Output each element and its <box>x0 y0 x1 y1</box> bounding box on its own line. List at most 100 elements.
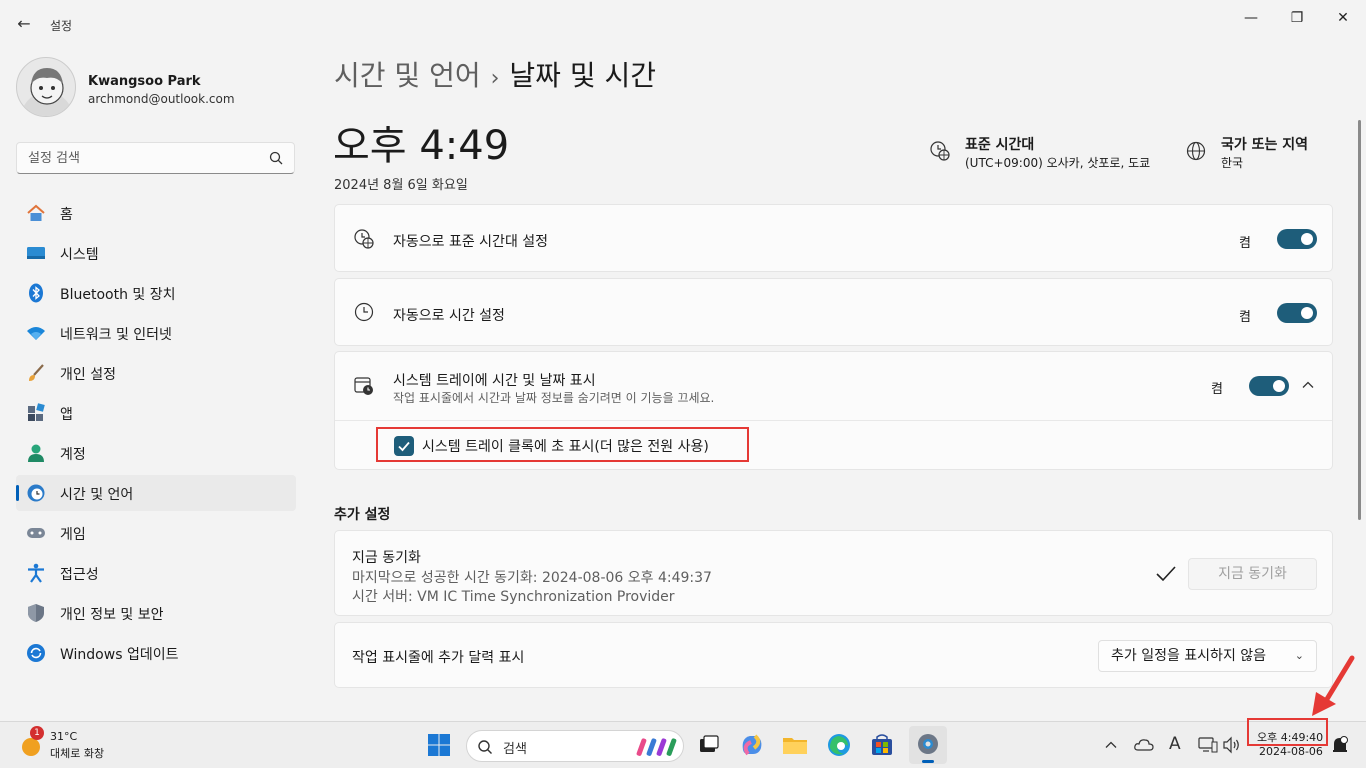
wifi-icon <box>27 327 45 340</box>
sidebar-item-label: 접근성 <box>60 567 99 583</box>
sidebar-item-label: 개인 설정 <box>60 367 116 383</box>
sync-now-button[interactable]: 지금 동기화 <box>1188 558 1317 590</box>
tray-datetime-toggle[interactable] <box>1249 376 1289 396</box>
taskbar-search-label: 검색 <box>503 742 527 757</box>
weather-widget[interactable]: 1 <box>18 726 44 758</box>
file-explorer-icon[interactable] <box>780 730 810 760</box>
calendar-card: 작업 표시줄에 추가 달력 표시 추가 일정을 표시하지 않음 ⌄ <box>334 622 1333 688</box>
auto-timezone-label: 자동으로 표준 시간대 설정 <box>393 234 549 250</box>
globe-icon <box>1186 141 1206 161</box>
sidebar-item-label: Windows 업데이트 <box>60 647 179 663</box>
windows-start-icon[interactable] <box>424 730 454 760</box>
home-icon <box>27 204 45 221</box>
auto-timezone-card: 자동으로 표준 시간대 설정 켬 <box>334 204 1333 272</box>
notification-badge: 1 <box>30 726 44 740</box>
gaming-icon <box>27 528 45 538</box>
region-title: 국가 또는 지역 <box>1221 137 1309 153</box>
settings-gear-icon <box>918 734 938 754</box>
checkmark-icon <box>1156 566 1176 582</box>
settings-search[interactable] <box>16 142 295 174</box>
sidebar-item-bluetooth[interactable]: Bluetooth 및 장치 <box>16 275 296 311</box>
tray-datetime-description: 작업 표시줄에서 시간과 날짜 정보를 숨기려면 이 기능을 끄세요. <box>393 391 715 405</box>
timezone-info: 표준 시간대 (UTC+09:00) 오사카, 삿포로, 도쿄 <box>929 134 1159 174</box>
minimize-icon[interactable]: — <box>1228 6 1274 30</box>
section-title: 추가 설정 <box>334 507 391 523</box>
update-icon <box>27 644 45 662</box>
user-name: Kwangsoo Park <box>88 74 201 89</box>
taskbar-clock-date[interactable]: 2024-08-06 <box>1259 745 1323 758</box>
region-value: 한국 <box>1221 156 1244 170</box>
timezone-value: (UTC+09:00) 오사카, 삿포로, 도쿄 <box>965 156 1151 170</box>
volume-icon[interactable] <box>1222 736 1242 754</box>
current-time: 오후 4:49 <box>333 123 510 169</box>
shield-icon <box>28 604 44 622</box>
sidebar-item-label: 개인 정보 및 보안 <box>60 607 164 623</box>
auto-time-toggle[interactable] <box>1277 303 1317 323</box>
maximize-icon[interactable]: ❐ <box>1274 6 1320 30</box>
region-info: 국가 또는 지역 한국 <box>1185 134 1325 174</box>
account-icon <box>28 444 44 462</box>
network-icon[interactable] <box>1198 736 1218 754</box>
timezone-title: 표준 시간대 <box>965 137 1035 153</box>
sidebar-item-windows-update[interactable]: Windows 업데이트 <box>16 635 296 671</box>
scrollbar[interactable] <box>1358 120 1361 520</box>
avatar[interactable] <box>16 57 76 117</box>
weather-desc: 대체로 화창 <box>50 747 105 760</box>
auto-timezone-toggle[interactable] <box>1277 229 1317 249</box>
search-input[interactable] <box>17 143 247 173</box>
search-icon <box>478 740 492 754</box>
sidebar-item-label: 시스템 <box>60 247 99 263</box>
taskbar-settings-app[interactable] <box>909 726 947 764</box>
sidebar-item-apps[interactable]: 앱 <box>16 395 296 431</box>
user-email: archmond@outlook.com <box>88 92 235 106</box>
highlight-box <box>376 427 749 462</box>
apps-icon <box>28 403 45 421</box>
edge-icon[interactable] <box>824 730 854 760</box>
taskbar-search[interactable]: 검색 <box>466 730 684 762</box>
calendar-dropdown-value: 추가 일정을 표시하지 않음 <box>1111 648 1267 664</box>
page-title: 날짜 및 시간 <box>509 59 657 92</box>
sidebar-item-system[interactable]: 시스템 <box>16 235 296 271</box>
highlight-box <box>1247 718 1328 746</box>
task-view-icon[interactable] <box>694 730 724 760</box>
weather-temp: 31°C <box>50 730 78 743</box>
breadcrumb-parent[interactable]: 시간 및 언어 <box>334 59 481 92</box>
sidebar-item-personalization[interactable]: 개인 설정 <box>16 355 296 391</box>
sidebar-item-home[interactable]: 홈 <box>16 195 296 231</box>
red-arrow-annotation <box>1312 655 1355 716</box>
auto-time-label: 자동으로 시간 설정 <box>393 308 505 324</box>
tray-datetime-label: 시스템 트레이에 시간 및 날짜 표시 <box>393 373 596 389</box>
sidebar-item-accessibility[interactable]: 접근성 <box>16 555 296 591</box>
microsoft-store-icon[interactable] <box>867 730 897 760</box>
calendar-dropdown[interactable]: 추가 일정을 표시하지 않음 ⌄ <box>1098 640 1317 672</box>
back-arrow-icon[interactable]: ← <box>12 12 36 36</box>
onedrive-icon[interactable] <box>1134 736 1154 752</box>
copilot-icon[interactable] <box>737 730 767 760</box>
current-date: 2024년 8월 6일 화요일 <box>334 178 468 193</box>
chevron-up-icon[interactable] <box>1301 378 1315 392</box>
accessibility-icon <box>28 563 44 583</box>
timezone-auto-icon <box>354 229 374 249</box>
close-icon[interactable]: ✕ <box>1320 6 1366 30</box>
sidebar-item-accounts[interactable]: 계정 <box>16 435 296 471</box>
sidebar-item-gaming[interactable]: 게임 <box>16 515 296 551</box>
sidebar-item-network[interactable]: 네트워크 및 인터넷 <box>16 315 296 351</box>
sidebar-item-label: 게임 <box>60 527 86 543</box>
sync-title: 지금 동기화 <box>352 550 421 566</box>
notification-bell-icon[interactable] <box>1331 735 1349 755</box>
sidebar-item-label: 앱 <box>60 407 73 423</box>
sidebar-item-label: 홈 <box>60 207 73 223</box>
chevron-up-icon[interactable] <box>1104 738 1118 752</box>
clock-icon <box>354 302 374 322</box>
search-icon <box>269 151 283 165</box>
breadcrumb-separator: › <box>490 66 500 91</box>
ime-indicator[interactable]: A <box>1169 734 1181 754</box>
sidebar-item-label: Bluetooth 및 장치 <box>60 287 176 303</box>
last-sync-text: 마지막으로 성공한 시간 동기화: 2024-08-06 오후 4:49:37 <box>352 570 712 586</box>
sidebar-item-time-language[interactable]: 시간 및 언어 <box>16 475 296 511</box>
card-divider <box>335 420 1332 421</box>
sync-card: 지금 동기화 마지막으로 성공한 시간 동기화: 2024-08-06 오후 4… <box>334 530 1333 616</box>
sidebar-item-label: 계정 <box>60 447 86 463</box>
toggle-state-label: 켬 <box>1239 236 1251 251</box>
sidebar-item-privacy[interactable]: 개인 정보 및 보안 <box>16 595 296 631</box>
